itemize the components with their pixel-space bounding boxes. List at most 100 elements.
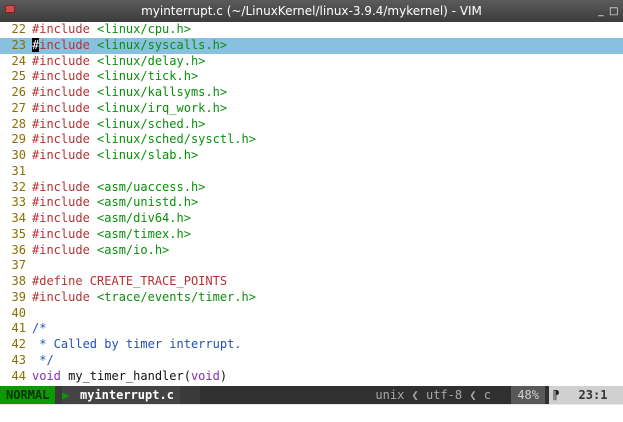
- code-token: <asm/io.h>: [89, 242, 170, 257]
- code-token: <linux/kallsyms.h>: [89, 85, 228, 99]
- code-token: #define: [32, 274, 83, 288]
- line-number: 38: [11, 274, 26, 288]
- code-token: */: [32, 352, 54, 367]
- vim-window: myinterrupt.c (~/LinuxKernel/linux-3.9.4…: [0, 0, 623, 422]
- code-token: #include: [32, 226, 90, 241]
- line-number: 36: [11, 242, 26, 257]
- code-token: #include: [32, 22, 90, 36]
- code-token: #include: [32, 242, 90, 257]
- line-number: 28: [11, 116, 26, 131]
- line-number: 30: [11, 148, 26, 162]
- code-line[interactable]: 43 */: [0, 353, 623, 369]
- code-line[interactable]: 31: [0, 164, 623, 180]
- code-token: <asm/uaccess.h>: [89, 179, 206, 194]
- line-number: 27: [11, 100, 26, 115]
- code-line[interactable]: 28 #include <linux/sched.h>: [0, 117, 623, 133]
- line-number: 33: [11, 195, 26, 210]
- line-number: 23: [11, 37, 26, 52]
- code-line[interactable]: 29 #include <linux/sched/sysctl.h>: [0, 132, 623, 148]
- code-token: <linux/syscalls.h>: [89, 37, 228, 52]
- code-line[interactable]: 25 #include <linux/tick.h>: [0, 69, 623, 85]
- code-token: CREATE_TRACE_POINTS: [82, 274, 228, 288]
- code-token: <linux/sched.h>: [89, 116, 206, 131]
- code-line[interactable]: 36 #include <asm/io.h>: [0, 243, 623, 259]
- code-token: <asm/unistd.h>: [89, 195, 199, 210]
- code-token: #include: [32, 179, 90, 194]
- line-number: 31: [11, 163, 26, 178]
- code-line[interactable]: 22 #include <linux/cpu.h>: [0, 22, 623, 38]
- code-token: /*: [32, 321, 47, 336]
- code-token: my_timer_handler(: [60, 368, 191, 383]
- maximize-icon[interactable]: □: [609, 6, 618, 17]
- line-number: 44: [11, 368, 26, 383]
- status-line: NORMAL ▶ myinterrupt.c unix ❮ utf-8 ❮ c …: [0, 386, 623, 404]
- code-token: #include: [32, 85, 90, 99]
- code-line[interactable]: 26 #include <linux/kallsyms.h>: [0, 85, 623, 101]
- code-line[interactable]: 41 /*: [0, 321, 623, 337]
- code-line[interactable]: 39 #include <trace/events/timer.h>: [0, 290, 623, 306]
- code-line[interactable]: 33 #include <asm/unistd.h>: [0, 195, 623, 211]
- line-number: 34: [11, 211, 26, 225]
- code-token: void: [32, 368, 61, 383]
- code-line[interactable]: 35 #include <asm/timex.h>: [0, 227, 623, 243]
- window-title: myinterrupt.c (~/LinuxKernel/linux-3.9.4…: [141, 4, 482, 18]
- code-line[interactable]: 44 void my_timer_handler(void): [0, 369, 623, 385]
- code-line[interactable]: 24 #include <linux/delay.h>: [0, 54, 623, 70]
- code-token: <linux/tick.h>: [89, 69, 199, 84]
- code-token: #include: [32, 211, 90, 225]
- line-number: 24: [11, 53, 26, 68]
- code-line[interactable]: 32 #include <asm/uaccess.h>: [0, 180, 623, 196]
- code-line[interactable]: 34 #include <asm/div64.h>: [0, 211, 623, 227]
- line-number: 32: [11, 179, 26, 194]
- line-number: 42: [11, 337, 26, 351]
- code-token: void: [190, 368, 220, 383]
- line-number: 29: [11, 132, 26, 147]
- code-line[interactable]: 37: [0, 258, 623, 274]
- title-bar: myinterrupt.c (~/LinuxKernel/linux-3.9.4…: [0, 0, 623, 22]
- code-token: include: [39, 37, 90, 52]
- code-token: #include: [32, 100, 90, 115]
- editor-buffer[interactable]: 22 #include <linux/cpu.h> 23 #include <linu…: [0, 22, 623, 386]
- code-line[interactable]: 42 * Called by timer interrupt.: [0, 337, 623, 353]
- code-line[interactable]: 27 #include <linux/irq_work.h>: [0, 101, 623, 117]
- scroll-percent: 48%: [511, 386, 545, 404]
- file-info: unix ❮ utf-8 ❮ c: [375, 388, 491, 402]
- line-number: 22: [11, 22, 26, 36]
- code-token: #include: [32, 53, 90, 68]
- code-token: ): [219, 368, 228, 383]
- code-line[interactable]: 30 #include <linux/slab.h>: [0, 148, 623, 164]
- line-number-icon: ⁋: [549, 386, 563, 404]
- command-line[interactable]: [0, 404, 623, 422]
- line-number: 39: [11, 289, 26, 304]
- code-line[interactable]: 40: [0, 306, 623, 322]
- current-code-line[interactable]: 23 #include <linux/syscalls.h>: [0, 37, 623, 54]
- line-number: 26: [11, 85, 26, 99]
- code-token: <trace/events/timer.h>: [89, 289, 256, 304]
- code-token: #include: [32, 148, 90, 162]
- line-number: 37: [11, 258, 26, 273]
- window-controls: _ □: [597, 4, 619, 18]
- code-token: <linux/slab.h>: [89, 148, 199, 162]
- code-token: <linux/irq_work.h>: [89, 100, 228, 115]
- mode-separator-icon: ▶: [62, 386, 74, 404]
- line-number: 40: [11, 305, 26, 320]
- code-line[interactable]: 38 #define CREATE_TRACE_POINTS: [0, 274, 623, 290]
- line-number: 35: [11, 226, 26, 241]
- code-token: <asm/timex.h>: [89, 226, 191, 241]
- code-token: #include: [32, 116, 90, 131]
- line-number: 25: [11, 69, 26, 84]
- code-token: #include: [32, 195, 90, 210]
- minimize-icon[interactable]: _: [597, 6, 605, 17]
- cursor-position: 23:1: [563, 386, 623, 404]
- code-token: #include: [32, 69, 90, 84]
- code-token: <asm/div64.h>: [89, 211, 191, 225]
- code-token: <linux/sched/sysctl.h>: [89, 132, 256, 147]
- code-token: * Called by timer interrupt.: [32, 337, 242, 351]
- code-token: <linux/delay.h>: [89, 53, 206, 68]
- code-token: <linux/cpu.h>: [89, 22, 191, 36]
- code-token: #include: [32, 289, 90, 304]
- line-number: 43: [11, 352, 26, 367]
- mode-indicator: NORMAL: [0, 386, 56, 404]
- filename-label: myinterrupt.c: [74, 386, 180, 404]
- line-number: 41: [11, 321, 26, 336]
